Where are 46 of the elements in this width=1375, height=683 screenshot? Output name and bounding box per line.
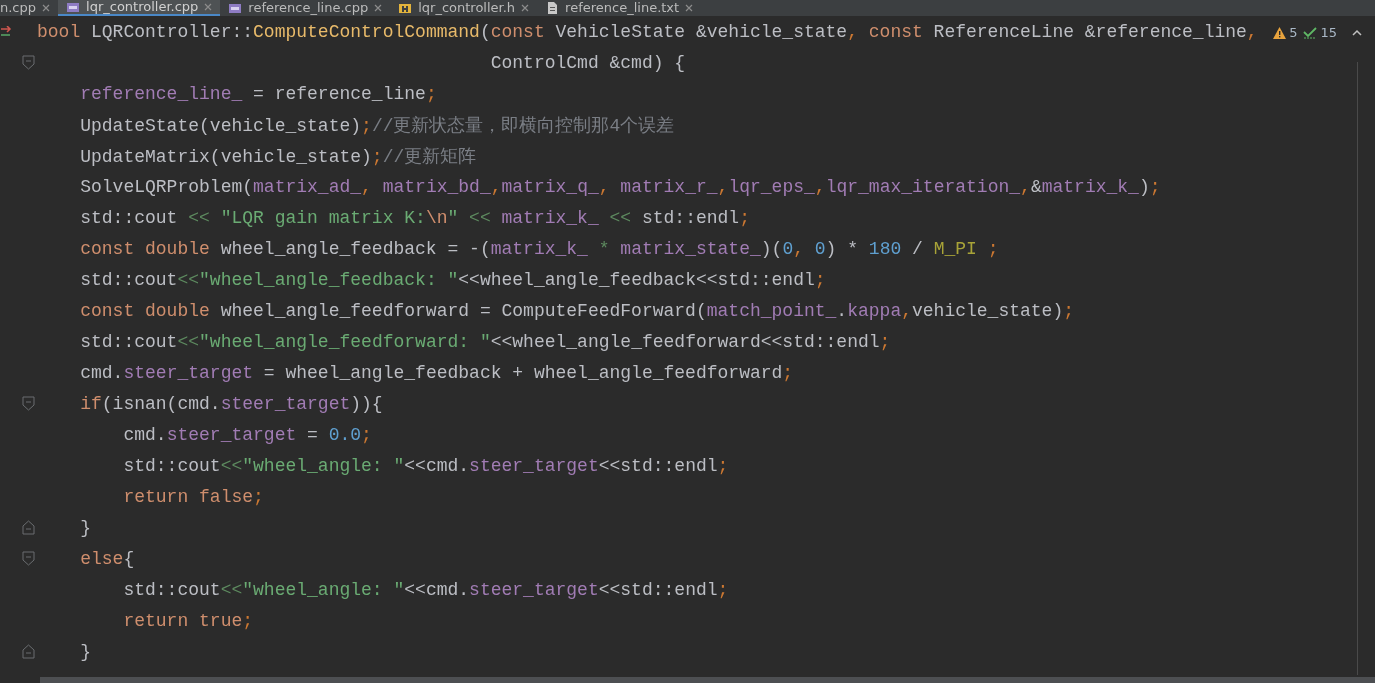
code-line: ControlCmd &cmd) {: [489, 52, 686, 73]
code-line: std::cout<<"wheel_angle: "<<cmd.steer_target<<std::endl;: [122, 579, 729, 600]
code-line: std::cout << "LQR gain matrix K:\n" << matrix_k_ << std::endl;: [79, 207, 750, 228]
code-line: cmd.steer_target = wheel_angle_feedback + wheel_angle_feedforward;: [79, 362, 794, 383]
fold-icon[interactable]: [22, 551, 35, 566]
code-line: const double wheel_angle_feedback = -(matrix_k_ * matrix_state_)(0, 0) * 180 / M_PI ;: [79, 238, 999, 259]
file-icon: [545, 2, 560, 14]
code-line: UpdateState(vehicle_state);//更新状态量，即横向控制那4个误差: [79, 114, 675, 137]
fold-icon[interactable]: [22, 55, 35, 70]
code-line: else{: [79, 548, 135, 569]
code-line: std::cout<<"wheel_angle_feedforward: "<<wheel_angle_feedforward<<std::endl;: [79, 331, 891, 352]
fold-icon[interactable]: [22, 520, 35, 535]
file-icon: [228, 2, 243, 14]
close-icon[interactable]: [685, 4, 694, 12]
close-icon[interactable]: [521, 4, 530, 12]
close-icon[interactable]: [374, 4, 383, 12]
chevron-up-icon[interactable]: [1351, 27, 1363, 38]
arrow-icon[interactable]: [0, 25, 14, 38]
code-line: const double wheel_angle_feedforward = ComputeFeedForward(match_point_.kappa,vehicle_state);: [79, 300, 1075, 321]
editor-tab[interactable]: reference_line.txt: [537, 0, 702, 16]
editor-tab[interactable]: lqr_controller.h: [390, 0, 538, 16]
code-line: }: [79, 641, 91, 662]
code-line: if(isnan(cmd.steer_target)){: [79, 393, 383, 414]
editor-tab[interactable]: lqr_controller.cpp: [58, 0, 221, 16]
warning-count: 5: [1289, 25, 1298, 40]
close-icon[interactable]: [42, 4, 51, 12]
warning-icon[interactable]: [1273, 26, 1287, 39]
fold-icon[interactable]: [22, 396, 35, 411]
file-icon: [66, 1, 81, 13]
weak-warning-count: 15: [1320, 25, 1337, 40]
code-line: reference_line_ = reference_line;: [79, 83, 437, 104]
check-icon[interactable]: [1303, 26, 1318, 39]
code-line: return true;: [122, 610, 254, 631]
code-line: bool LQRController::ComputeControlCommand(const VehicleState &vehicle_state, const ReferenceLine &reference_line,: [37, 21, 1258, 42]
editor-tab[interactable]: n.cpp: [0, 0, 59, 16]
code-line: UpdateMatrix(vehicle_state);//更新矩阵: [79, 145, 477, 168]
code-line: std::cout<<"wheel_angle_feedback: "<<wheel_angle_feedback<<std::endl;: [79, 269, 826, 290]
fold-icon[interactable]: [22, 644, 35, 659]
code-line: cmd.steer_target = 0.0;: [122, 424, 372, 445]
code-line: SolveLQRProblem(matrix_ad_, matrix_bd_,matrix_q_, matrix_r_,lqr_eps_,lqr_max_iteration_,&matrix_k_);: [79, 176, 1161, 197]
editor-tab[interactable]: reference_line.cpp: [220, 0, 391, 16]
scrollbar[interactable]: [40, 677, 1375, 683]
code-line: }: [79, 517, 91, 538]
close-icon[interactable]: [204, 3, 213, 11]
code-line: std::cout<<"wheel_angle: "<<cmd.steer_target<<std::endl;: [122, 455, 729, 476]
code-line: return false;: [122, 486, 264, 507]
